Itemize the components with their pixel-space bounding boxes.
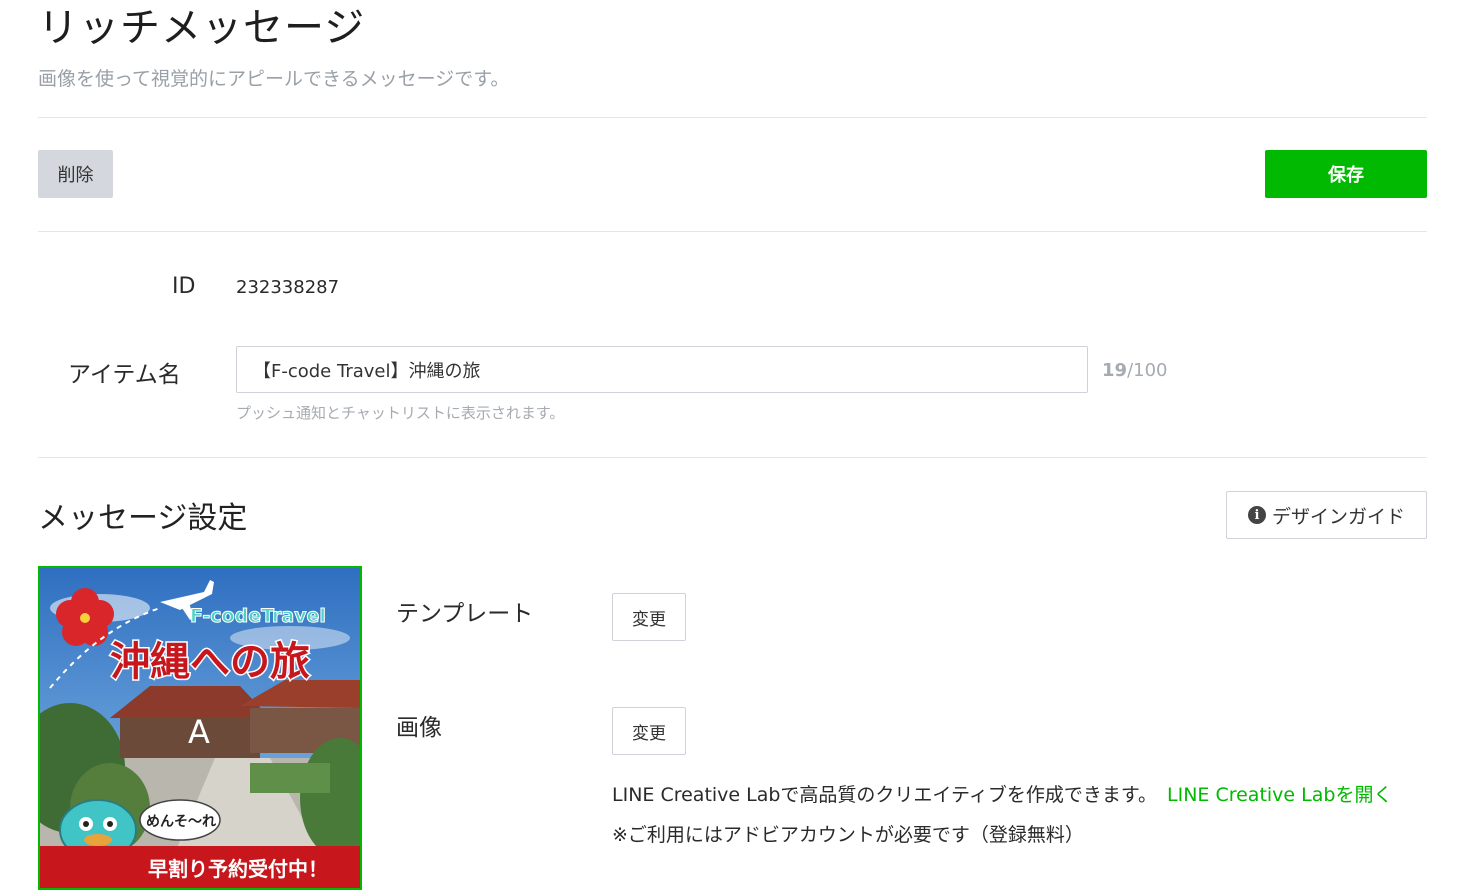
page-subtitle: 画像を使って視覚的にアピールできるメッセージです。 xyxy=(38,68,510,90)
design-guide-label: デザインガイド xyxy=(1271,505,1405,528)
id-value: 232338287 xyxy=(236,277,340,298)
message-settings-title: メッセージ設定 xyxy=(38,501,248,536)
divider xyxy=(38,457,1427,458)
item-name-max: /100 xyxy=(1127,360,1168,381)
item-name-label: アイテム名 xyxy=(68,362,181,388)
item-name-count: 19 xyxy=(1102,360,1128,381)
preview-bubble: めんそ〜れ xyxy=(146,814,216,830)
creative-lab-description: LINE Creative Labで高品質のクリエイティブを作成できます。 xyxy=(612,784,1158,806)
item-name-input[interactable] xyxy=(236,346,1088,393)
preview-banner: 早割り予約受付中！ xyxy=(148,857,328,881)
item-name-hint: プッシュ通知とチャットリストに表示されます。 xyxy=(236,404,565,422)
rich-message-preview[interactable]: F-codeTravel 沖縄への旅 A めんそ〜れ 早割り予約受付中！ xyxy=(38,566,362,890)
template-label: テンプレート xyxy=(396,601,534,627)
adobe-account-note: ※ご利用にはアドビアカウントが必要です（登録無料） xyxy=(612,824,1084,846)
image-label: 画像 xyxy=(396,715,442,741)
delete-button[interactable]: 削除 xyxy=(38,150,113,198)
change-image-button[interactable]: 変更 xyxy=(612,707,686,755)
design-guide-button[interactable]: i デザインガイド xyxy=(1226,491,1427,539)
divider xyxy=(38,231,1427,232)
page-title: リッチメッセージ xyxy=(38,5,366,51)
open-creative-lab-link[interactable]: LINE Creative Labを開く xyxy=(1167,784,1392,806)
preview-brand: F-codeTravel xyxy=(190,605,326,627)
divider xyxy=(38,117,1427,118)
creative-lab-text: LINE Creative Labで高品質のクリエイティブを作成できます。 LIN… xyxy=(612,780,1392,807)
change-template-button[interactable]: 変更 xyxy=(612,593,686,641)
info-icon: i xyxy=(1247,506,1266,524)
preview-headline: 沖縄への旅 xyxy=(110,639,310,685)
id-label: ID xyxy=(172,274,196,299)
save-button[interactable]: 保存 xyxy=(1265,150,1427,198)
preview-area-label: A xyxy=(188,713,210,751)
item-name-counter: 19/100 xyxy=(1102,360,1167,381)
